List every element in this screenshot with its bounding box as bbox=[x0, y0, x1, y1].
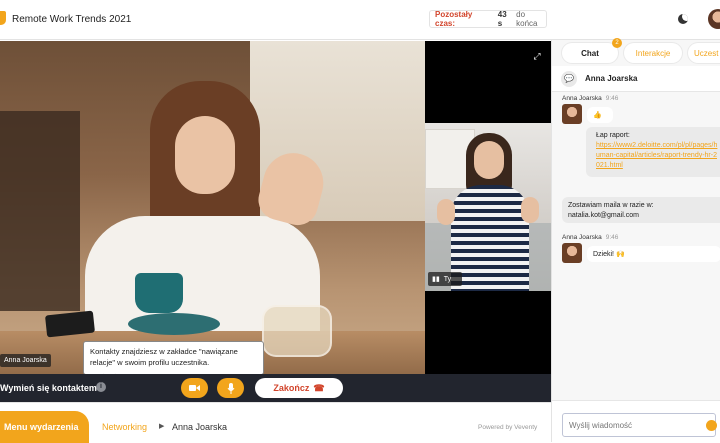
self-right-hand bbox=[521, 197, 539, 223]
message-text: Łap raport: bbox=[596, 132, 630, 139]
plate bbox=[128, 313, 220, 335]
side-video-black-bottom bbox=[425, 291, 551, 374]
tab-chat-label: Chat bbox=[581, 48, 599, 58]
end-call-button[interactable]: Zakończ ☎ bbox=[255, 378, 343, 398]
microphone-icon bbox=[227, 382, 234, 394]
dark-mode-icon[interactable] bbox=[678, 14, 688, 24]
contacts-tooltip: Kontakty znajdziesz w zakładce "nawiązan… bbox=[83, 341, 264, 375]
message-link[interactable]: https://www2.deloitte.com/pl/pl/pages/hu… bbox=[592, 141, 720, 170]
message-time: 9:46 bbox=[605, 95, 619, 102]
message-time: 9:46 bbox=[605, 234, 619, 241]
emoji-icon[interactable] bbox=[706, 420, 717, 431]
app-logo bbox=[0, 11, 6, 25]
self-left-hand bbox=[437, 199, 455, 225]
self-person-face bbox=[474, 141, 504, 179]
self-label: Ty bbox=[443, 275, 452, 283]
top-header: Remote Work Trends 2021 Pozostały czas: … bbox=[0, 0, 720, 40]
self-video-feed bbox=[425, 123, 551, 291]
call-control-bar: Wymień się kontaktem i Zakończ ☎ bbox=[0, 374, 551, 402]
message-bubble-own: Zostawiam maila w razie w: natalia.kot@g… bbox=[562, 197, 720, 223]
user-avatar[interactable] bbox=[708, 9, 720, 29]
self-person-body bbox=[451, 185, 529, 291]
breadcrumb-current: Anna Joarska bbox=[172, 422, 228, 432]
hang-up-icon: ☎ bbox=[313, 382, 325, 393]
message-avatar bbox=[562, 104, 582, 124]
end-call-label: Zakończ bbox=[273, 383, 310, 393]
message-bubble-own: Łap raport: https://www2.deloitte.com/pl… bbox=[586, 127, 720, 177]
main-video-name-tag: Anna Joarska bbox=[0, 354, 51, 367]
chat-unread-badge: 2 bbox=[612, 38, 622, 48]
breadcrumb-networking[interactable]: Networking bbox=[102, 422, 147, 432]
message-author: Anna Joarska bbox=[562, 234, 602, 241]
tab-interactions[interactable]: Interakcje bbox=[624, 43, 682, 63]
chat-input-area bbox=[552, 400, 720, 442]
camera-toggle-button[interactable] bbox=[181, 378, 208, 398]
exchange-contact-button[interactable]: Wymień się kontaktem bbox=[0, 383, 97, 393]
teal-cup bbox=[135, 273, 183, 313]
powered-by: Powered by Veventy bbox=[478, 424, 538, 431]
tab-participants-label: Uczest bbox=[694, 48, 719, 58]
message-author: Anna Joarska bbox=[562, 95, 602, 102]
person-face bbox=[175, 116, 235, 194]
tab-participants[interactable]: Uczest bbox=[688, 43, 720, 63]
microphone-toggle-button[interactable] bbox=[217, 378, 244, 398]
glass-jar bbox=[262, 305, 332, 357]
chat-bubble-icon: 💬 bbox=[561, 71, 577, 87]
self-audio-chip: ▮▮ Ty bbox=[428, 272, 462, 286]
audio-level-icon: ▮▮ bbox=[432, 276, 440, 283]
message-bubble: 👍 bbox=[587, 107, 613, 123]
message-avatar bbox=[562, 243, 582, 263]
message-meta: Anna Joarska 9:46 bbox=[562, 95, 618, 102]
main-video-feed bbox=[0, 41, 425, 374]
message-meta: Anna Joarska 9:46 bbox=[562, 234, 618, 241]
tab-interactions-label: Interakcje bbox=[635, 48, 671, 58]
bottom-navigation: Menu wydarzenia Networking ▶ Anna Joarsk… bbox=[0, 402, 551, 443]
conversation-partner-name: Anna Joarska bbox=[585, 74, 638, 83]
chat-message-input[interactable] bbox=[562, 413, 716, 437]
panel-tabs: Chat 2 Interakcje Uczest bbox=[552, 38, 720, 66]
remaining-time-box: Pozostały czas: 43 s do końca bbox=[429, 10, 547, 28]
info-icon[interactable]: i bbox=[96, 382, 106, 392]
breadcrumb-separator-icon: ▶ bbox=[159, 423, 165, 430]
event-title: Remote Work Trends 2021 bbox=[12, 14, 132, 25]
fullscreen-icon[interactable]: ⤢ bbox=[530, 51, 544, 61]
event-menu-button[interactable]: Menu wydarzenia bbox=[0, 411, 89, 443]
time-suffix: do końca bbox=[516, 10, 538, 28]
tab-chat[interactable]: Chat bbox=[562, 43, 618, 63]
time-label: Pozostały czas: bbox=[435, 10, 473, 28]
camera-icon bbox=[189, 385, 200, 391]
chat-conversation-header: 💬 Anna Joarska bbox=[552, 66, 720, 92]
message-bubble: Dzieki! 🙌 bbox=[587, 246, 720, 262]
time-value: 43 s bbox=[497, 10, 507, 28]
background-shelf bbox=[0, 111, 80, 311]
chat-panel: Chat 2 Interakcje Uczest 💬 Anna Joarska … bbox=[551, 38, 720, 442]
